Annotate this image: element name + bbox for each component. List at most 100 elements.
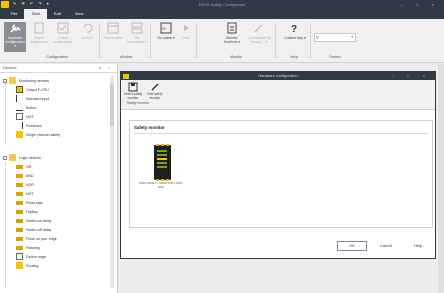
logic-or-icon xyxy=(16,164,23,169)
collapse-toggle-icon[interactable]: - xyxy=(3,78,7,83)
tile-icon xyxy=(131,22,143,34)
status-led xyxy=(157,154,167,156)
undo-icon xyxy=(81,22,93,34)
logic-and-icon xyxy=(16,173,23,178)
list-item[interactable]: Feedback xyxy=(16,121,42,130)
window-icon xyxy=(107,22,119,34)
section-title: Safety monitor xyxy=(134,125,165,130)
window-title: RSO5 Safety Configurator xyxy=(198,2,246,7)
pencil-icon xyxy=(150,82,160,92)
monitor-functions-button[interactable]: Monitor functions ▾ xyxy=(221,22,243,52)
list-item[interactable]: Flashing xyxy=(16,243,40,252)
tree-group-logic-devices[interactable]: - Logic devices xyxy=(3,153,41,162)
commissioning-wizard-button[interactable]: Commissioning wizard… ▾ xyxy=(247,22,271,52)
go-online-button[interactable]: ∞ Go online ▾ xyxy=(155,22,177,52)
scrollbar-thumb[interactable] xyxy=(110,84,114,126)
list-item[interactable]: Pulse sign xyxy=(16,198,43,207)
panel-pin-close-controls[interactable]: # × xyxy=(99,66,113,70)
list-item[interactable]: Switch-on delay xyxy=(16,216,51,225)
safety-icon xyxy=(16,131,23,138)
help-icon: ? xyxy=(289,22,301,34)
edit-safety-monitor-button[interactable]: Edit safety monitor xyxy=(145,82,165,101)
list-item[interactable]: Output F-CPU xyxy=(16,85,49,94)
new-monitor-button[interactable]: New monitor xyxy=(102,22,124,52)
ribbon-separator xyxy=(310,23,311,59)
tree-guide-line xyxy=(5,162,6,287)
list-item[interactable]: NOT xyxy=(16,189,34,198)
tab-edit[interactable]: Edit xyxy=(47,9,68,19)
wrench-icon xyxy=(9,22,21,34)
play-icon xyxy=(180,22,192,34)
title-bar: ✎ 🗎 ↶ ↷ ▾ RSO5 Safety Configurator – □ × xyxy=(0,0,444,9)
pulse-sign-icon xyxy=(16,200,23,205)
list-item[interactable]: Switch-off delay xyxy=(16,225,51,234)
terminal-pin xyxy=(166,144,169,146)
link-icon: ∞ xyxy=(160,22,172,34)
devices-panel: Devices # × - Monitoring devices Output … xyxy=(0,64,118,293)
tab-file[interactable]: File xyxy=(4,9,24,19)
search-dropdown-icon[interactable]: ▾ xyxy=(351,35,353,39)
list-item[interactable]: XOR xyxy=(16,180,34,189)
tile-horizontally-button[interactable]: Tile horizontally ▾ xyxy=(126,22,148,52)
tab-start[interactable]: Start xyxy=(24,9,47,19)
start-button[interactable]: Start xyxy=(175,22,197,52)
standard-input-icon xyxy=(16,95,23,102)
group-label-monitor: Monitor xyxy=(230,55,242,59)
output-cpu-icon xyxy=(16,86,23,93)
dialog-group-label: Safety monitor xyxy=(127,101,149,105)
list-item[interactable]: Routing xyxy=(16,261,38,270)
undo-button[interactable]: Undo ▾ xyxy=(76,22,98,52)
window-controls[interactable]: – □ × xyxy=(401,2,440,7)
safety-monitor-panel: Safety monitor ASM SAFETY MONITOR (ASO-S… xyxy=(129,120,433,228)
list-item[interactable]: Device edge xyxy=(16,252,46,261)
list-item[interactable]: Single channel safety xyxy=(16,130,60,139)
select-safety-monitor-button[interactable]: Select safety monitor xyxy=(123,82,143,101)
hardware-configuration-dialog: Hardware configuration – □ × Select safe… xyxy=(120,71,436,259)
list-item[interactable]: OR xyxy=(16,162,31,171)
help-button[interactable]: Help xyxy=(403,241,433,251)
list-item[interactable]: Standard input xyxy=(16,94,49,103)
device-edge-icon xyxy=(16,253,23,260)
logic-not-icon xyxy=(16,191,23,196)
window-edge xyxy=(438,64,444,293)
list-item[interactable]: Flipflop xyxy=(16,207,38,216)
svg-text:?: ? xyxy=(291,24,297,34)
devices-scrollbar[interactable] xyxy=(110,76,114,288)
dialog-title: Hardware configuration xyxy=(258,74,298,78)
switch-on-delay-icon xyxy=(16,218,23,223)
context-help-button[interactable]: ? Context help ▾ xyxy=(284,22,306,52)
group-label-help: Help xyxy=(290,55,298,59)
status-led xyxy=(157,162,167,164)
search-input[interactable]: ⚲ ▾ xyxy=(314,33,356,42)
tree-guide-line xyxy=(5,83,6,143)
output-assignment-button[interactable]: Output assignment xyxy=(28,22,50,52)
folder-icon xyxy=(9,77,16,84)
list-item[interactable]: Pulse on pos. edge xyxy=(16,234,57,243)
menu-tabs: File Start Edit View xyxy=(0,9,444,19)
search-icon: ⚲ xyxy=(316,35,319,40)
cancel-button[interactable]: Cancel xyxy=(371,241,401,251)
hardware-configuration-button[interactable]: Hardware configuration ▾ xyxy=(4,22,26,52)
logic-xor-icon xyxy=(16,182,23,187)
flipflop-icon xyxy=(16,209,23,214)
list-item[interactable]: Button xyxy=(16,103,36,112)
not-icon xyxy=(16,113,23,120)
tab-view[interactable]: View xyxy=(68,9,91,19)
group-label-search: Search xyxy=(329,55,341,59)
ok-button[interactable]: OK xyxy=(337,241,367,251)
dialog-window-controls[interactable]: – □ × xyxy=(392,74,431,78)
tree-group-monitoring-devices[interactable]: - Monitoring devices xyxy=(3,76,49,85)
folder-icon xyxy=(9,154,16,161)
ribbon-separator xyxy=(196,23,197,59)
list-item[interactable]: NOT xyxy=(16,112,34,121)
group-label-configuration: Configuration xyxy=(46,55,68,59)
pulse-edge-icon xyxy=(16,236,23,241)
feedback-icon xyxy=(16,122,23,129)
check-configuration-button[interactable]: Check configuration xyxy=(52,22,74,52)
safety-monitor-module[interactable] xyxy=(154,144,171,181)
dialog-title-bar[interactable]: Hardware configuration – □ × xyxy=(121,72,435,80)
ribbon-separator xyxy=(275,23,276,59)
collapse-toggle-icon[interactable]: - xyxy=(3,155,7,160)
save-icon xyxy=(128,82,138,92)
list-item[interactable]: AND xyxy=(16,171,34,180)
